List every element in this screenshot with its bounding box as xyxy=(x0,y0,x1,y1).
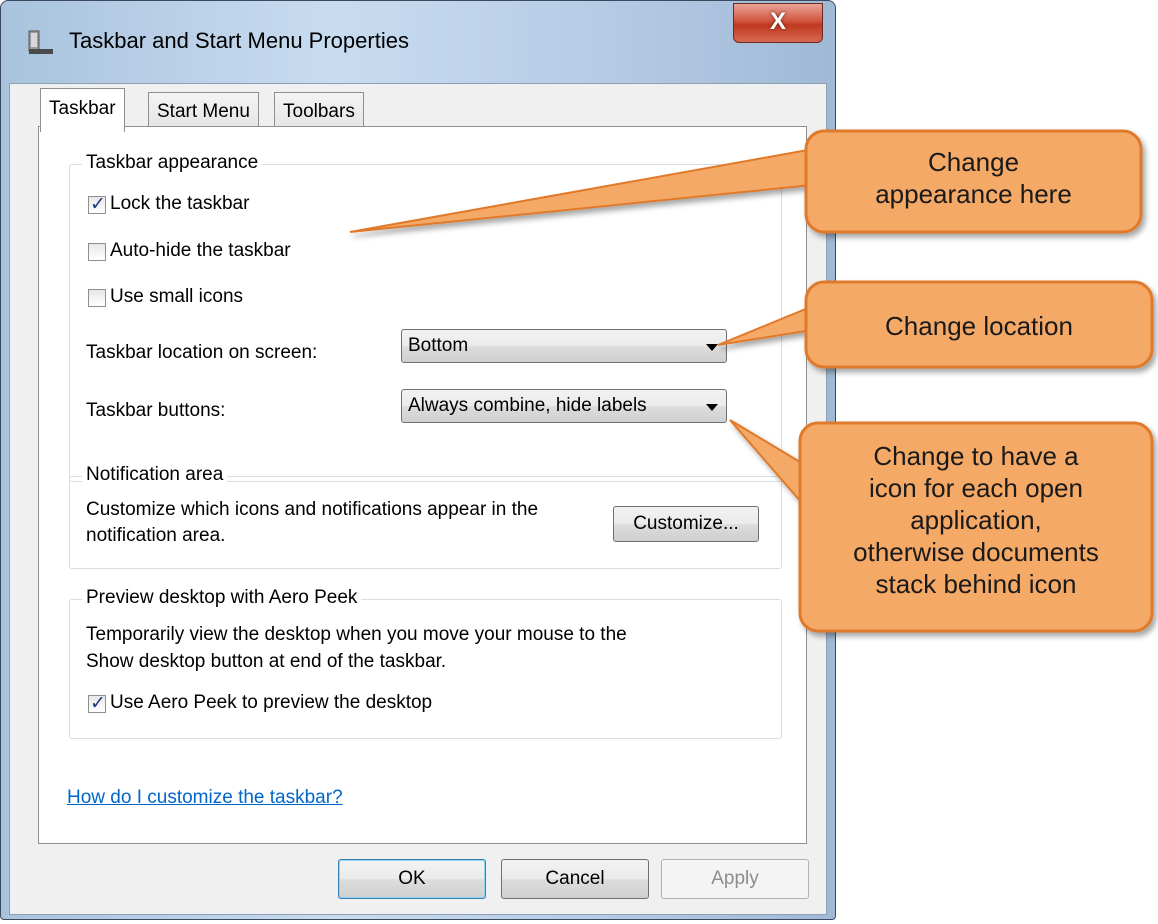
callout-buttons-text: Change to have a icon for each open appl… xyxy=(800,440,1152,600)
aero-peek-description-2: Show desktop button at end of the taskba… xyxy=(86,651,447,672)
checkmark-icon: ✓ xyxy=(90,194,106,215)
callout-appearance-text: Change appearance here xyxy=(806,146,1141,210)
properties-window: Taskbar and Start Menu Properties X Task… xyxy=(0,0,836,920)
window-title: Taskbar and Start Menu Properties xyxy=(69,28,409,53)
checkmark-icon: ✓ xyxy=(90,693,106,714)
chevron-down-icon xyxy=(706,404,718,411)
callout-appearance-line-2: appearance here xyxy=(875,179,1072,209)
taskbar-buttons-select[interactable]: Always combine, hide labels xyxy=(401,389,727,423)
buttons-label: Taskbar buttons: xyxy=(86,400,226,421)
taskbar-icon xyxy=(28,30,53,54)
location-label: Taskbar location on screen: xyxy=(86,342,318,363)
aero-peek-checkbox[interactable]: ✓ xyxy=(88,693,106,714)
tab-toolbars[interactable]: Toolbars xyxy=(274,92,364,130)
notification-description-2: notification area. xyxy=(86,525,226,546)
callout-appearance-line-1: Change xyxy=(927,147,1020,177)
autohide-checkbox[interactable] xyxy=(88,243,106,261)
callout-buttons-line-1: Change to have a xyxy=(873,441,1079,471)
aero-peek-description-1: Temporarily view the desktop when you mo… xyxy=(86,624,627,645)
help-link[interactable]: How do I customize the taskbar? xyxy=(67,787,343,809)
callout-location-line-1: Change location xyxy=(885,311,1073,341)
ok-button[interactable]: OK xyxy=(338,859,486,899)
lock-taskbar-checkbox[interactable]: ✓ xyxy=(88,194,106,215)
close-button[interactable]: X xyxy=(733,3,823,43)
cancel-button[interactable]: Cancel xyxy=(501,859,649,899)
title-bar[interactable]: Taskbar and Start Menu Properties X xyxy=(1,1,835,83)
callout-buttons-line-3: application, xyxy=(910,505,1042,535)
autohide-label[interactable]: Auto-hide the taskbar xyxy=(110,240,291,262)
taskbar-tab-pane: Taskbar appearance ✓ Lock the taskbar Au… xyxy=(38,126,807,844)
small-icons-checkbox[interactable] xyxy=(88,289,106,307)
notification-description-1: Customize which icons and notifications … xyxy=(86,499,539,520)
location-select[interactable]: Bottom xyxy=(401,329,727,363)
callout-buttons-line-4: otherwise documents xyxy=(853,537,1099,567)
group-title-aero-peek: Preview desktop with Aero Peek xyxy=(82,587,362,609)
location-value: Bottom xyxy=(408,335,469,356)
small-icons-label[interactable]: Use small icons xyxy=(110,286,243,308)
tab-start-menu[interactable]: Start Menu xyxy=(148,92,259,130)
callout-buttons-line-2: icon for each open xyxy=(869,473,1083,503)
group-title-notification: Notification area xyxy=(82,464,228,486)
customize-button[interactable]: Customize... xyxy=(613,506,759,542)
chevron-down-icon xyxy=(706,344,718,351)
dialog-client-area: Taskbar Start Menu Toolbars Taskbar appe… xyxy=(9,83,827,915)
lock-taskbar-label[interactable]: Lock the taskbar xyxy=(110,193,249,215)
close-icon: X xyxy=(769,8,786,35)
callout-location-text: Change location xyxy=(806,310,1152,342)
taskbar-buttons-value: Always combine, hide labels xyxy=(408,395,647,416)
aero-peek-label[interactable]: Use Aero Peek to preview the desktop xyxy=(110,692,432,714)
callout-buttons-line-5: stack behind icon xyxy=(875,569,1077,599)
apply-button[interactable]: Apply xyxy=(661,859,809,899)
tab-taskbar[interactable]: Taskbar xyxy=(40,88,125,132)
group-title-appearance: Taskbar appearance xyxy=(82,152,263,174)
